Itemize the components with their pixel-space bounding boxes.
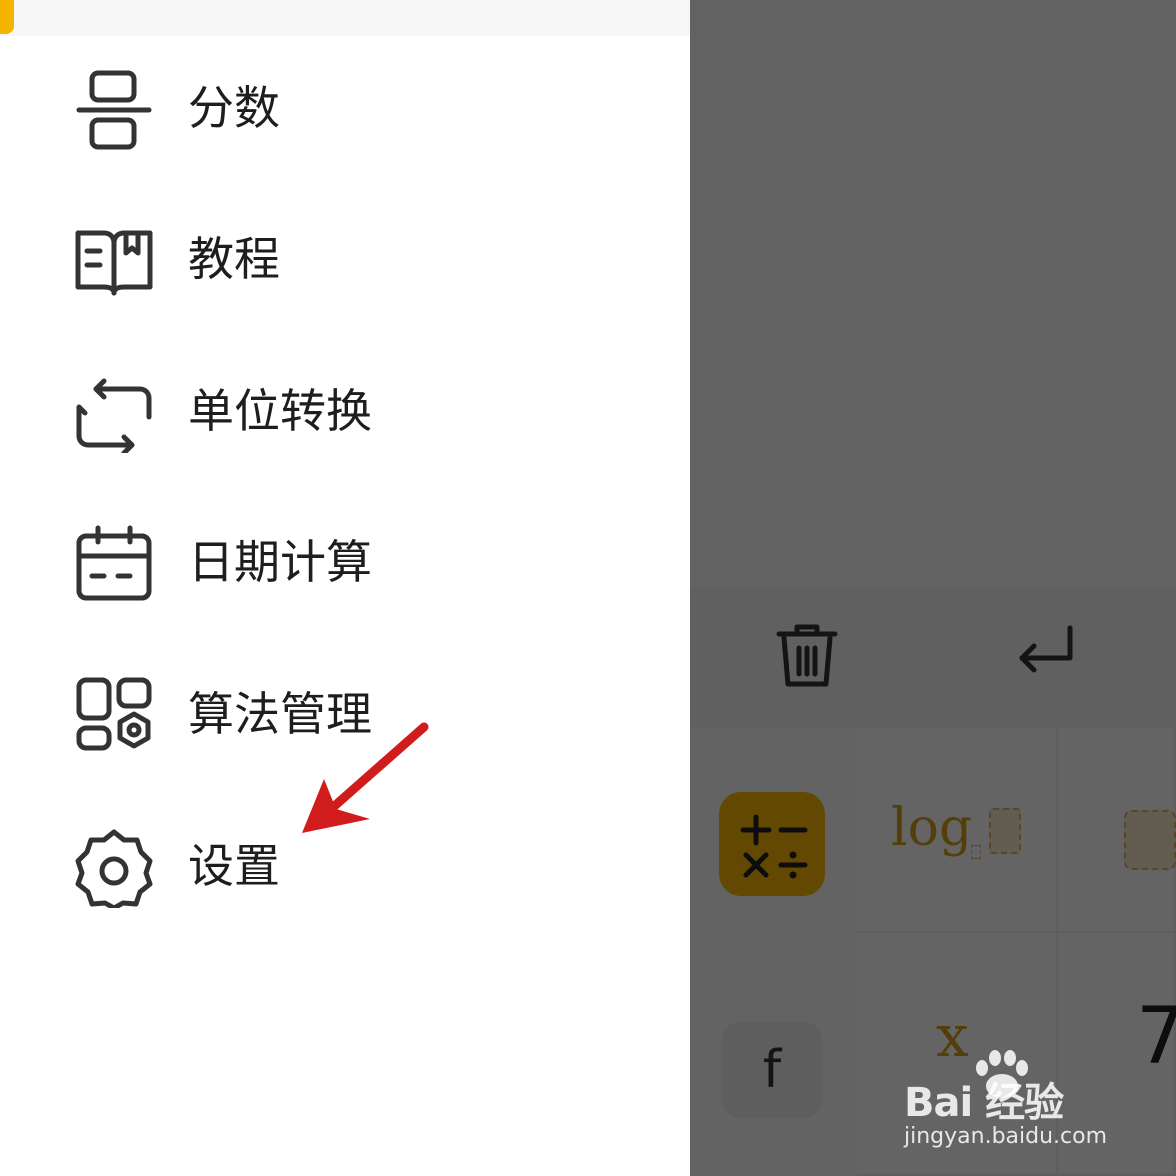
drawer-header (0, 0, 690, 36)
gear-icon (75, 829, 153, 908)
menu-item-fraction[interactable]: 分数 (0, 52, 600, 162)
accent-tab (0, 0, 14, 34)
book-icon (75, 230, 153, 296)
menu-item-label: 教程 (188, 232, 280, 286)
menu-item-label: 设置 (188, 839, 280, 893)
scrim-overlay[interactable] (690, 0, 1176, 1176)
menu-item-unit-conversion[interactable]: 单位转换 (0, 355, 600, 465)
apps-icon (76, 677, 152, 751)
menu-item-tutorial[interactable]: 教程 (0, 203, 600, 313)
navigation-drawer: 分数 教程 单位转换 日期计算 算法管理 设置 (0, 0, 690, 1176)
watermark-url: jingyan.baidu.com (904, 1124, 1108, 1149)
watermark-logo: Bai 经验 (904, 1080, 1064, 1126)
watermark: Bai 经验 jingyan.baidu.com (900, 1050, 1140, 1160)
menu-item-label: 日期计算 (188, 535, 372, 589)
conversion-icon (76, 378, 152, 453)
annotation-arrow-icon (302, 722, 429, 833)
calendar-icon (76, 525, 152, 601)
menu-item-label: 单位转换 (188, 384, 372, 438)
fraction-icon (76, 70, 152, 150)
menu-item-label: 分数 (188, 81, 280, 135)
menu-item-date-calculation[interactable]: 日期计算 (0, 506, 600, 616)
